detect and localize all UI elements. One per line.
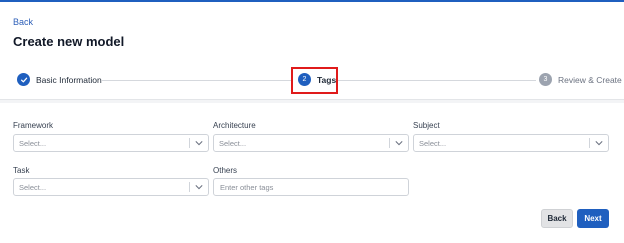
tags-form-card <box>0 103 624 243</box>
task-placeholder: Select... <box>19 182 47 192</box>
others-label: Others <box>213 166 238 175</box>
step-review-create[interactable]: 3 Review & Create <box>539 73 622 86</box>
step-label: Basic Information <box>36 74 102 85</box>
task-select[interactable]: Select... <box>13 178 209 196</box>
others-input[interactable]: Enter other tags <box>213 178 409 196</box>
chevron-down-icon <box>390 140 408 146</box>
framework-placeholder: Select... <box>19 138 47 148</box>
step-label: Review & Create <box>558 74 622 85</box>
back-button[interactable]: Back <box>541 209 573 228</box>
stepper-connector-2 <box>338 80 536 81</box>
subject-placeholder: Select... <box>419 138 447 148</box>
subject-label: Subject <box>413 121 440 130</box>
task-label: Task <box>13 166 30 175</box>
active-step-highlight <box>291 67 338 94</box>
architecture-placeholder: Select... <box>219 138 247 148</box>
chevron-down-icon <box>590 140 608 146</box>
stepper-connector-1 <box>96 80 291 81</box>
step-number: 3 <box>539 73 552 86</box>
architecture-label: Architecture <box>213 121 256 130</box>
subject-select[interactable]: Select... <box>413 134 609 152</box>
step-basic-information[interactable]: Basic Information <box>17 73 102 86</box>
checkmark-icon <box>17 73 30 86</box>
page-title: Create new model <box>13 34 125 49</box>
framework-label: Framework <box>13 121 54 130</box>
chevron-down-icon <box>190 140 208 146</box>
architecture-select[interactable]: Select... <box>213 134 409 152</box>
framework-select[interactable]: Select... <box>13 134 209 152</box>
chevron-down-icon <box>190 184 208 190</box>
back-link[interactable]: Back <box>13 17 33 27</box>
next-button[interactable]: Next <box>577 209 609 228</box>
